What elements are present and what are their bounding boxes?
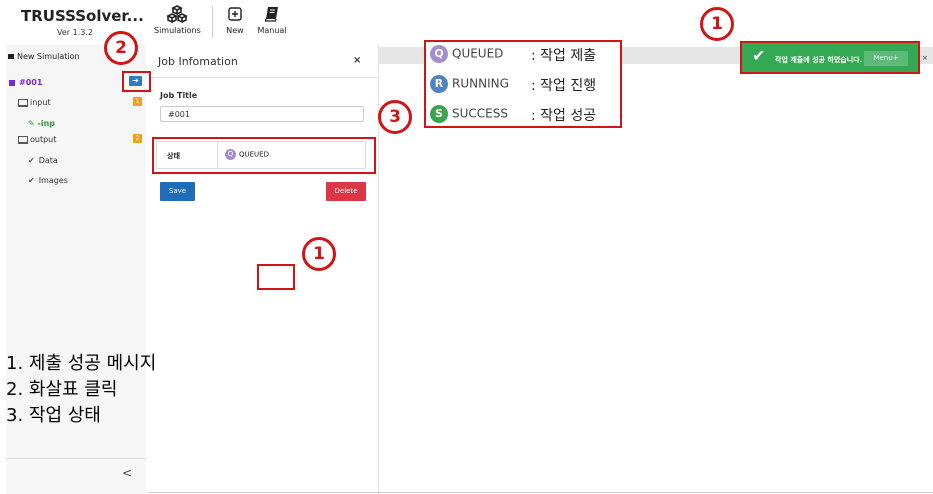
- manual-button[interactable]: Manual: [254, 4, 290, 35]
- legend-running: R RUNNING : 작업 진행: [430, 75, 596, 94]
- annotation-number-1-b: 1: [302, 237, 336, 271]
- check-icon: ✔: [752, 46, 766, 65]
- input-count-badge: 1: [133, 97, 142, 106]
- job-title-input[interactable]: #001: [160, 106, 364, 122]
- annotation-number-1: 1: [700, 7, 734, 41]
- job-icon: [9, 79, 15, 86]
- toolbar: Simulations New Manual: [148, 0, 933, 44]
- annotation-box-status: [152, 137, 376, 174]
- legend-name: SUCCESS: [452, 106, 508, 121]
- app-version: Ver 1.3.2: [57, 28, 93, 37]
- legend-success: S SUCCESS : 작업 성공: [430, 105, 596, 124]
- cubes-icon: [166, 5, 188, 24]
- inp-file-label: -inp: [37, 119, 55, 128]
- delete-button[interactable]: Delete: [326, 182, 366, 201]
- output-label: output: [30, 135, 57, 144]
- legend-name: QUEUED: [452, 46, 504, 61]
- legend-queued: Q QUEUED : 작업 제출: [430, 45, 596, 64]
- sidebar-item-job[interactable]: #001: [9, 78, 42, 87]
- new-simulation-label: New Simulation: [17, 52, 80, 61]
- success-toast: ✔ 작업 제출에 성공 하였습니다. Menu+: [740, 41, 920, 74]
- input-label: input: [30, 98, 51, 107]
- annotation-notes: 1. 제출 성공 메시지 2. 화살표 클릭 3. 작업 상태: [6, 351, 156, 429]
- menu-button[interactable]: Menu+: [864, 51, 908, 66]
- plus-square-icon: [228, 7, 242, 21]
- app-title: TRUSSSolver...: [21, 7, 144, 25]
- success-icon: S: [430, 105, 448, 123]
- book-icon: [264, 7, 278, 22]
- manual-label: Manual: [257, 26, 287, 35]
- monitor-icon: [18, 98, 28, 107]
- job-title-label: Job Title: [160, 91, 198, 100]
- note-line: 2. 화살표 클릭: [6, 379, 118, 400]
- output-count-badge: 2: [133, 134, 142, 143]
- panel-divider: [148, 77, 378, 78]
- annotation-number-3: 3: [378, 100, 412, 134]
- new-button[interactable]: New: [224, 4, 246, 35]
- sidebar-item-output[interactable]: output: [18, 135, 56, 144]
- bottom-divider: [148, 492, 933, 493]
- folder-icon: [8, 54, 14, 59]
- data-label: Data: [38, 156, 58, 165]
- close-panel-button[interactable]: ×: [353, 55, 361, 66]
- status-legend: Q QUEUED : 작업 제출 R RUNNING : 작업 진행 S SUCCES…: [424, 40, 622, 128]
- new-label: New: [226, 26, 244, 35]
- legend-desc: : 작업 진행: [531, 78, 597, 94]
- annotation-box-arrow: [122, 71, 151, 92]
- sidebar-item-input[interactable]: input: [18, 98, 51, 107]
- simulations-button[interactable]: Simulations: [154, 4, 201, 35]
- annotation-number-2: 2: [104, 31, 138, 65]
- edit-icon: ✎: [28, 119, 35, 128]
- sidebar-item-images[interactable]: ✔ Images: [28, 176, 68, 185]
- toast-close-button[interactable]: ×: [922, 54, 928, 62]
- legend-desc: : 작업 성공: [531, 108, 597, 124]
- sidebar-divider: [6, 458, 146, 459]
- new-simulation-item[interactable]: New Simulation: [8, 52, 80, 61]
- simulations-label: Simulations: [154, 26, 201, 35]
- collapse-sidebar-button[interactable]: <: [122, 466, 132, 480]
- queued-icon: Q: [430, 45, 448, 63]
- annotation-box-toast-position: [257, 264, 295, 290]
- legend-desc: : 작업 제출: [531, 48, 597, 64]
- check-icon: ✔: [28, 156, 35, 165]
- running-icon: R: [430, 75, 448, 93]
- sidebar-item-inp-file[interactable]: ✎ -inp: [28, 119, 55, 128]
- images-label: Images: [38, 176, 68, 185]
- job-label: #001: [19, 78, 43, 87]
- toolbar-divider: [212, 6, 213, 38]
- legend-name: RUNNING: [452, 76, 509, 91]
- panel-title: Job Infomation: [158, 55, 238, 68]
- note-line: 1. 제출 성공 메시지: [6, 353, 157, 374]
- check-icon: ✔: [28, 176, 35, 185]
- toast-message: 작업 제출에 성공 하였습니다.: [775, 56, 863, 64]
- monitor-icon: [18, 135, 28, 144]
- save-button[interactable]: Save: [160, 182, 195, 201]
- sidebar-item-data[interactable]: ✔ Data: [28, 156, 58, 165]
- note-line: 3. 작업 상태: [6, 405, 101, 426]
